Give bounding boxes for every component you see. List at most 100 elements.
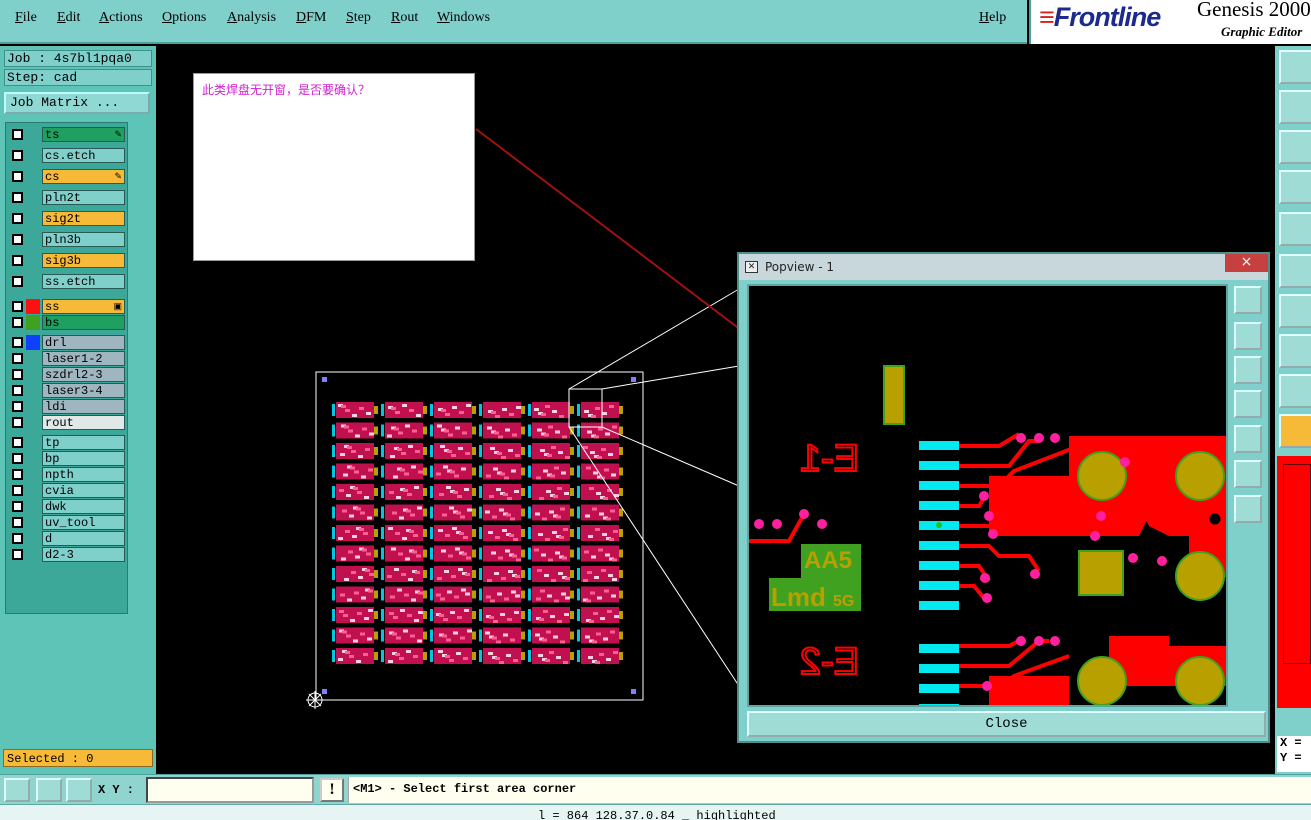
layer-row[interactable]: cs ✎: [8, 169, 126, 184]
triangle-icon[interactable]: [1279, 374, 1311, 408]
layer-checkbox[interactable]: [12, 369, 23, 380]
layer-row[interactable]: bp: [8, 451, 126, 466]
popview-titlebar[interactable]: ✕ Popview - 1 ×: [739, 254, 1268, 280]
layer-checkbox[interactable]: [12, 401, 23, 412]
zoom-box-icon[interactable]: [1234, 286, 1262, 314]
close-icon[interactable]: ×: [1225, 254, 1268, 272]
layer-checkbox[interactable]: [12, 301, 23, 312]
layer-row[interactable]: laser1-2: [8, 351, 126, 366]
pan-right-icon[interactable]: [1234, 425, 1262, 453]
layer-name[interactable]: d: [42, 531, 125, 546]
layer-name[interactable]: sig2t: [42, 211, 125, 226]
layer-name[interactable]: rout: [42, 415, 125, 430]
layer-checkbox[interactable]: [12, 317, 23, 328]
layer-name[interactable]: szdrl2-3: [42, 367, 125, 382]
layer-checkbox[interactable]: [12, 171, 23, 182]
layer-checkbox[interactable]: [12, 453, 23, 464]
layer-name[interactable]: ts ✎: [42, 127, 125, 142]
window-icon[interactable]: [1279, 90, 1311, 124]
layer-row[interactable]: sig2t: [8, 211, 126, 226]
menu-analysis[interactable]: Analysis: [227, 10, 276, 26]
layer-checkbox[interactable]: [12, 213, 23, 224]
layer-row[interactable]: rout: [8, 415, 126, 430]
layer-row[interactable]: ss.etch: [8, 274, 126, 289]
menu-windows[interactable]: Windows: [437, 10, 490, 26]
pan-left-icon[interactable]: [1234, 390, 1262, 418]
layer-checkbox[interactable]: [12, 469, 23, 480]
layer-checkbox[interactable]: [12, 501, 23, 512]
layer-checkbox[interactable]: [12, 517, 23, 528]
layer-checkbox[interactable]: [12, 234, 23, 245]
layer-name[interactable]: laser1-2: [42, 351, 125, 366]
popview-close-button[interactable]: Close: [747, 711, 1266, 737]
layer-checkbox[interactable]: [12, 276, 23, 287]
layer-name[interactable]: cvia: [42, 483, 125, 498]
select-icon[interactable]: [1279, 212, 1311, 246]
layer-name[interactable]: cs.etch: [42, 148, 125, 163]
layer-checkbox[interactable]: [12, 150, 23, 161]
menu-dfm[interactable]: DFM: [296, 10, 326, 26]
layer-name[interactable]: bp: [42, 451, 125, 466]
layer-row[interactable]: drl: [8, 335, 126, 350]
layer-row[interactable]: uv_tool: [8, 515, 126, 530]
layer-row[interactable]: ss ▣: [8, 299, 126, 314]
menu-step[interactable]: Step: [346, 10, 371, 26]
layer-name[interactable]: tp: [42, 435, 125, 450]
layer-name[interactable]: d2-3: [42, 547, 125, 562]
layer-name[interactable]: cs ✎: [42, 169, 125, 184]
zoom-fit-icon[interactable]: [1279, 130, 1311, 164]
line-icon[interactable]: [1279, 294, 1311, 328]
layer-row[interactable]: cvia: [8, 483, 126, 498]
zoom-in-icon[interactable]: [1234, 460, 1262, 488]
layer-name[interactable]: bs: [42, 315, 125, 330]
layer-row[interactable]: laser3-4: [8, 383, 126, 398]
layer-row[interactable]: szdrl2-3: [8, 367, 126, 382]
layer-row[interactable]: cs.etch: [8, 148, 126, 163]
layer-name[interactable]: dwk: [42, 499, 125, 514]
menu-edit[interactable]: Edit: [57, 10, 80, 26]
layer-name[interactable]: npth: [42, 467, 125, 482]
pan-up-icon[interactable]: [1234, 322, 1262, 350]
layer-row[interactable]: ldi: [8, 399, 126, 414]
layer-row[interactable]: d2-3: [8, 547, 126, 562]
menu-options[interactable]: Options: [162, 10, 206, 26]
layer-name[interactable]: laser3-4: [42, 383, 125, 398]
warning-button[interactable]: !: [320, 778, 344, 802]
measure-icon[interactable]: [1279, 170, 1311, 204]
layer-name[interactable]: ldi: [42, 399, 125, 414]
layer-checkbox[interactable]: [12, 417, 23, 428]
layer-checkbox[interactable]: [12, 337, 23, 348]
layer-row[interactable]: pln2t: [8, 190, 126, 205]
annotation-note[interactable]: 此类焊盘无开窗，是否要确认？: [193, 73, 475, 261]
shape-icon[interactable]: [1279, 334, 1311, 368]
layer-row[interactable]: d: [8, 531, 126, 546]
layer-name[interactable]: sig3b: [42, 253, 125, 268]
layer-row[interactable]: tp: [8, 435, 126, 450]
layer-checkbox[interactable]: [12, 533, 23, 544]
layer-checkbox[interactable]: [12, 385, 23, 396]
layer-row[interactable]: ts ✎: [8, 127, 126, 142]
layer-row[interactable]: pln3b: [8, 232, 126, 247]
angle-icon[interactable]: [36, 778, 62, 802]
layer-name[interactable]: uv_tool: [42, 515, 125, 530]
snap-icon[interactable]: [4, 778, 30, 802]
layer-checkbox[interactable]: [12, 192, 23, 203]
pointer-icon[interactable]: [1279, 414, 1311, 448]
clipboard-icon[interactable]: [1279, 50, 1311, 84]
layer-row[interactable]: npth: [8, 467, 126, 482]
layer-checkbox[interactable]: [12, 129, 23, 140]
layer-name[interactable]: drl: [42, 335, 125, 350]
menu-file[interactable]: File: [15, 10, 37, 26]
popview-canvas[interactable]: AA5 Lmd 5G E-1 E-2: [747, 284, 1228, 707]
menu-rout[interactable]: Rout: [391, 10, 418, 26]
layer-row[interactable]: dwk: [8, 499, 126, 514]
layer-name[interactable]: ss ▣: [42, 299, 125, 314]
layer-checkbox[interactable]: [12, 255, 23, 266]
layer-checkbox[interactable]: [12, 485, 23, 496]
layer-checkbox[interactable]: [12, 353, 23, 364]
menu-actions[interactable]: Actions: [99, 10, 143, 26]
net-icon[interactable]: [1279, 254, 1311, 288]
layer-checkbox[interactable]: [12, 549, 23, 560]
job-matrix-button[interactable]: Job Matrix ...: [4, 92, 150, 114]
grid-icon[interactable]: [66, 778, 92, 802]
